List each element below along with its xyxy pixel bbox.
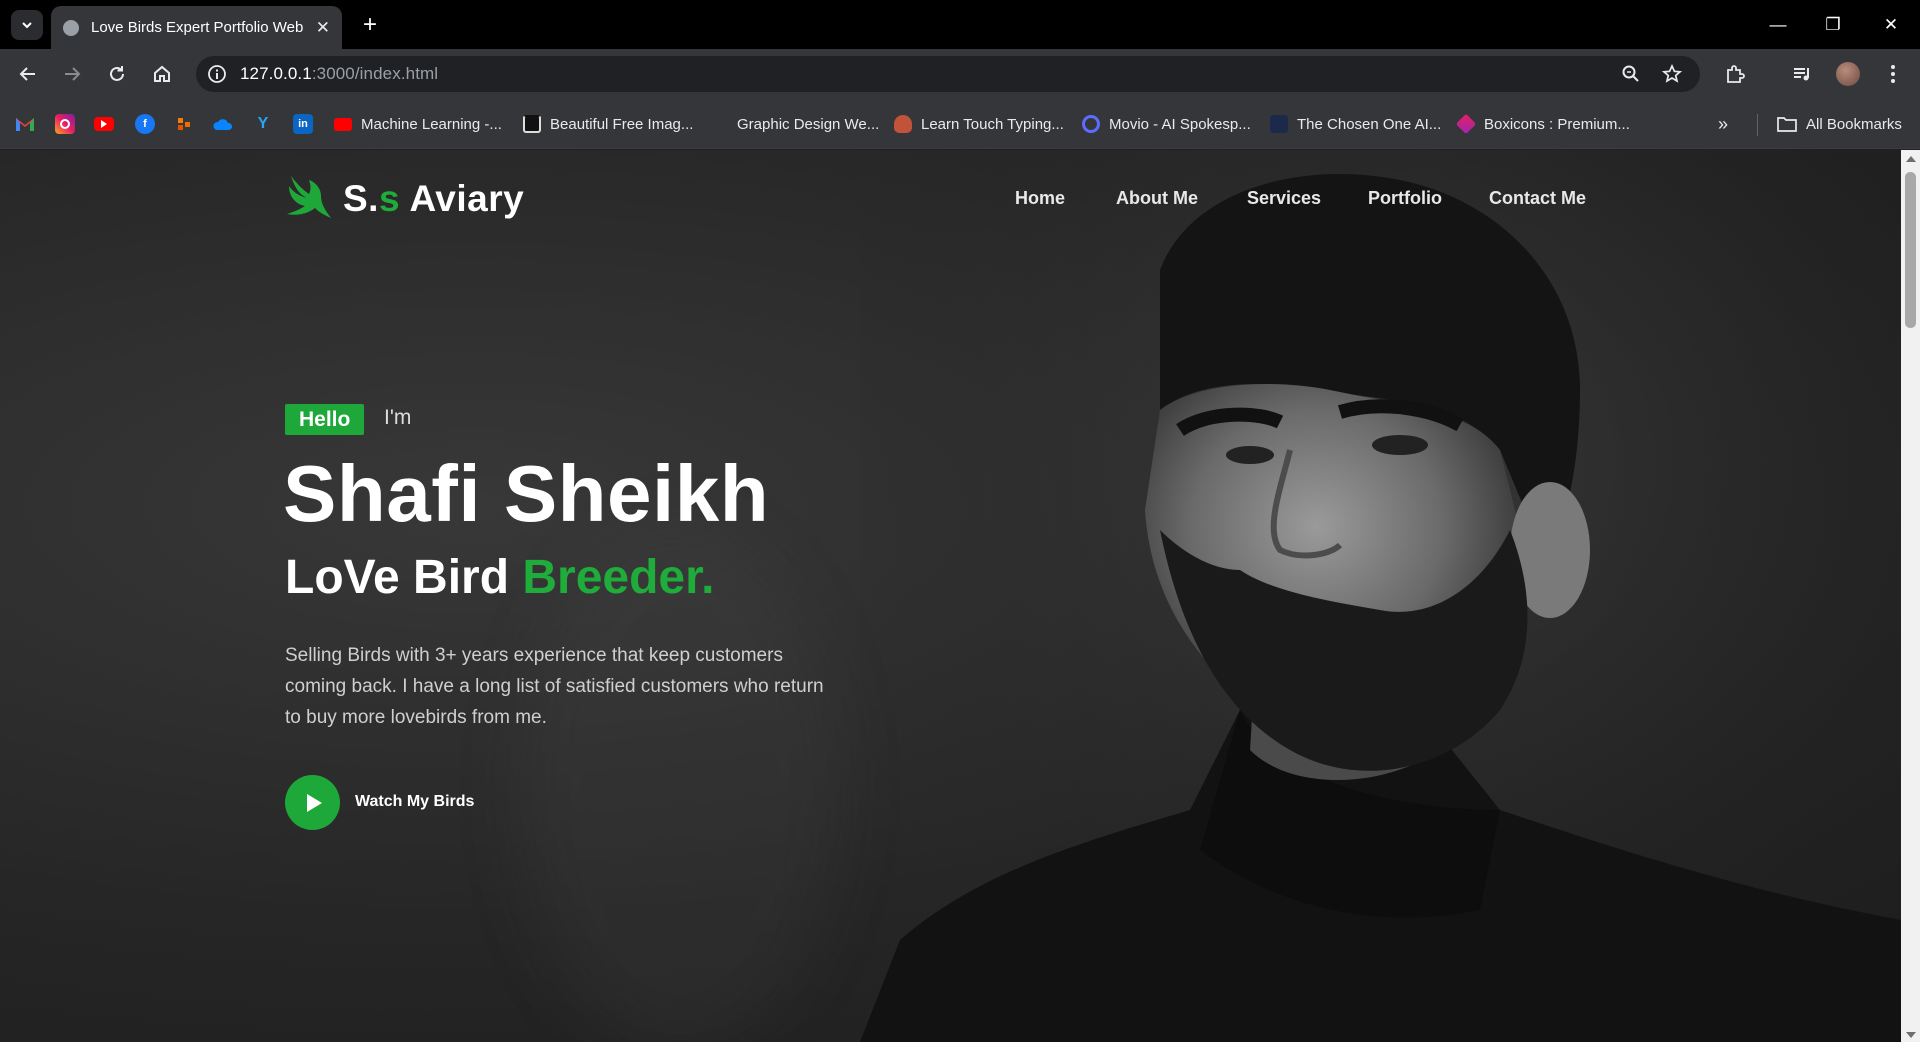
gmail-icon[interactable] <box>15 114 35 134</box>
globe-icon <box>63 19 79 36</box>
media-controls-icon[interactable] <box>1786 58 1818 90</box>
hero-section: S.s Aviary Home About Me Services Portfo… <box>0 150 1901 1042</box>
movio-icon <box>1082 115 1100 133</box>
play-icon <box>307 793 322 812</box>
all-bookmarks-label: All Bookmarks <box>1806 115 1902 133</box>
chevron-down-icon <box>22 22 32 29</box>
play-button[interactable] <box>285 775 340 830</box>
onedrive-icon[interactable] <box>213 114 233 134</box>
hero-name: Shafi Sheikh <box>283 449 770 538</box>
typing-club-icon <box>894 115 912 133</box>
reload-button[interactable] <box>101 58 133 90</box>
tab-search-button[interactable] <box>11 10 43 40</box>
kebab-menu-icon[interactable] <box>1877 58 1909 90</box>
portrait-image <box>860 150 1901 1042</box>
youtube-icon <box>334 117 352 131</box>
page-scrollbar[interactable] <box>1901 150 1920 1042</box>
bookmark-label: Beautiful Free Imag... <box>550 115 694 133</box>
unsplash-icon <box>523 115 541 133</box>
bookmark-machine-learning[interactable]: Machine Learning -... <box>334 113 502 135</box>
bookmark-label: The Chosen One AI... <box>1297 115 1442 133</box>
nav-home[interactable]: Home <box>1015 188 1065 209</box>
close-tab-icon[interactable]: ✕ <box>316 18 330 38</box>
nav-portfolio[interactable]: Portfolio <box>1368 188 1442 209</box>
role-accent: Breeder. <box>522 551 715 604</box>
home-icon <box>154 65 170 82</box>
facebook-icon[interactable]: f <box>135 114 155 134</box>
brand-name: S.s Aviary <box>343 178 524 220</box>
arrow-right-icon <box>65 67 81 81</box>
boxicons-icon <box>1455 113 1477 135</box>
forward-button[interactable] <box>56 58 88 90</box>
back-button[interactable] <box>12 58 44 90</box>
nav-contact-me[interactable]: Contact Me <box>1489 188 1586 209</box>
brand-prefix: S. <box>343 178 379 219</box>
page-icon <box>710 115 728 133</box>
minimize-button[interactable]: — <box>1763 12 1793 38</box>
instagram-icon[interactable] <box>55 114 75 134</box>
im-label: I'm <box>384 406 412 429</box>
tab-strip: Love Birds Expert Portfolio Web ✕ + — ❐ … <box>0 0 1920 49</box>
active-tab[interactable]: Love Birds Expert Portfolio Web ✕ <box>51 6 342 49</box>
arrow-left-icon <box>19 67 35 81</box>
apps-icon[interactable] <box>174 114 194 134</box>
bookmark-touch-typing[interactable]: Learn Touch Typing... <box>894 113 1064 135</box>
watch-birds-link[interactable]: Watch My Birds <box>355 793 474 811</box>
scroll-up-icon[interactable] <box>1906 156 1916 162</box>
scrollbar-thumb[interactable] <box>1905 172 1916 328</box>
background-blur <box>520 530 840 1042</box>
url-host: 127.0.0.1 <box>240 64 312 83</box>
nav-about-me[interactable]: About Me <box>1116 188 1198 209</box>
site-logo[interactable]: S.s Aviary <box>285 172 524 226</box>
hero-role: LoVe Bird Breeder. <box>285 550 715 605</box>
nav-services[interactable]: Services <box>1247 188 1321 209</box>
divider <box>1757 114 1758 136</box>
folder-icon <box>1777 117 1797 132</box>
bookmark-movio[interactable]: Movio - AI Spokesp... <box>1082 113 1251 135</box>
url-text: 127.0.0.1:3000/index.html <box>240 64 438 84</box>
bookmark-star-icon[interactable] <box>1656 58 1688 90</box>
chosen-one-icon <box>1270 115 1288 133</box>
hero-description: Selling Birds with 3+ years experience t… <box>285 645 824 728</box>
profile-avatar[interactable] <box>1832 58 1864 90</box>
brand-suffix: Aviary <box>400 178 525 219</box>
bookmark-label: Boxicons : Premium... <box>1484 115 1630 133</box>
home-button[interactable] <box>146 58 178 90</box>
site-info-icon[interactable] <box>204 61 230 87</box>
restore-button[interactable]: ❐ <box>1818 12 1848 38</box>
role-text: LoVe Bird <box>285 551 523 604</box>
tab-title: Love Birds Expert Portfolio Web <box>91 19 304 36</box>
new-tab-button[interactable]: + <box>355 10 385 40</box>
bird-logo-icon <box>287 176 331 218</box>
bookmark-graphic-design[interactable]: Graphic Design We... <box>710 113 879 135</box>
browser-toolbar: 127.0.0.1:3000/index.html <box>0 49 1920 99</box>
url-path: :3000/index.html <box>311 64 439 83</box>
yolo-icon[interactable]: Y <box>253 114 273 134</box>
bookmark-label: Machine Learning -... <box>361 115 502 133</box>
youtube-icon[interactable] <box>94 117 114 131</box>
bookmark-free-images[interactable]: Beautiful Free Imag... <box>523 113 693 135</box>
bookmark-label: Movio - AI Spokesp... <box>1109 115 1251 133</box>
linkedin-icon[interactable]: in <box>293 114 313 134</box>
bookmark-label: Graphic Design We... <box>737 115 880 133</box>
bookmarks-bar: f Y in Machine Learning -... Beautiful F… <box>0 99 1920 149</box>
scroll-down-icon[interactable] <box>1906 1032 1916 1038</box>
bookmark-label: Learn Touch Typing... <box>921 115 1064 133</box>
zoom-icon[interactable] <box>1615 58 1647 90</box>
reload-icon <box>110 66 124 81</box>
extensions-icon[interactable] <box>1719 58 1751 90</box>
brand-accent: s <box>378 178 401 219</box>
hello-badge: Hello <box>285 404 365 435</box>
close-window-button[interactable]: ✕ <box>1876 12 1906 38</box>
bookmark-boxicons[interactable]: Boxicons : Premium... <box>1455 113 1630 135</box>
address-bar[interactable]: 127.0.0.1:3000/index.html <box>196 56 1700 92</box>
bookmark-chosen-one[interactable]: The Chosen One AI... <box>1270 113 1441 135</box>
more-bookmarks-icon[interactable]: » <box>1718 113 1728 135</box>
all-bookmarks-button[interactable]: All Bookmarks <box>1777 113 1902 135</box>
